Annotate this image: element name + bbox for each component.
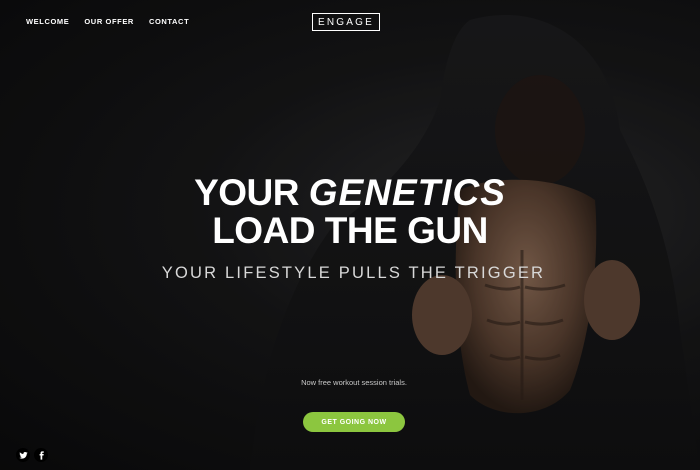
facebook-icon <box>39 450 44 460</box>
nav-item-our-offer[interactable]: OUR OFFER <box>84 17 134 26</box>
main-nav: WELCOME OUR OFFER CONTACT <box>26 17 189 26</box>
social-links <box>16 448 48 462</box>
headline-emphasis-text: GENETICS <box>308 172 506 213</box>
nav-item-welcome[interactable]: WELCOME <box>26 17 69 26</box>
facebook-link[interactable] <box>34 448 48 462</box>
hero-section: WELCOME OUR OFFER CONTACT ENGAGE YOUR GE… <box>0 0 700 470</box>
headline-line-1: YOUR GENETICS <box>0 174 700 212</box>
promo-text: Now free workout session trials. <box>301 378 407 387</box>
hero-subheadline: YOUR LIFESTYLE PULLS THE TRIGGER <box>161 264 546 282</box>
nav-item-contact[interactable]: CONTACT <box>149 17 189 26</box>
headline-plain-text: YOUR <box>194 172 309 213</box>
headline-line-2: LOAD THE GUN <box>212 210 488 251</box>
hero-headline: YOUR GENETICS LOAD THE GUN <box>0 174 700 250</box>
twitter-link[interactable] <box>16 448 30 462</box>
get-going-now-button[interactable]: GET GOING NOW <box>303 412 405 432</box>
site-logo[interactable]: ENGAGE <box>312 13 380 31</box>
twitter-icon <box>18 451 28 459</box>
